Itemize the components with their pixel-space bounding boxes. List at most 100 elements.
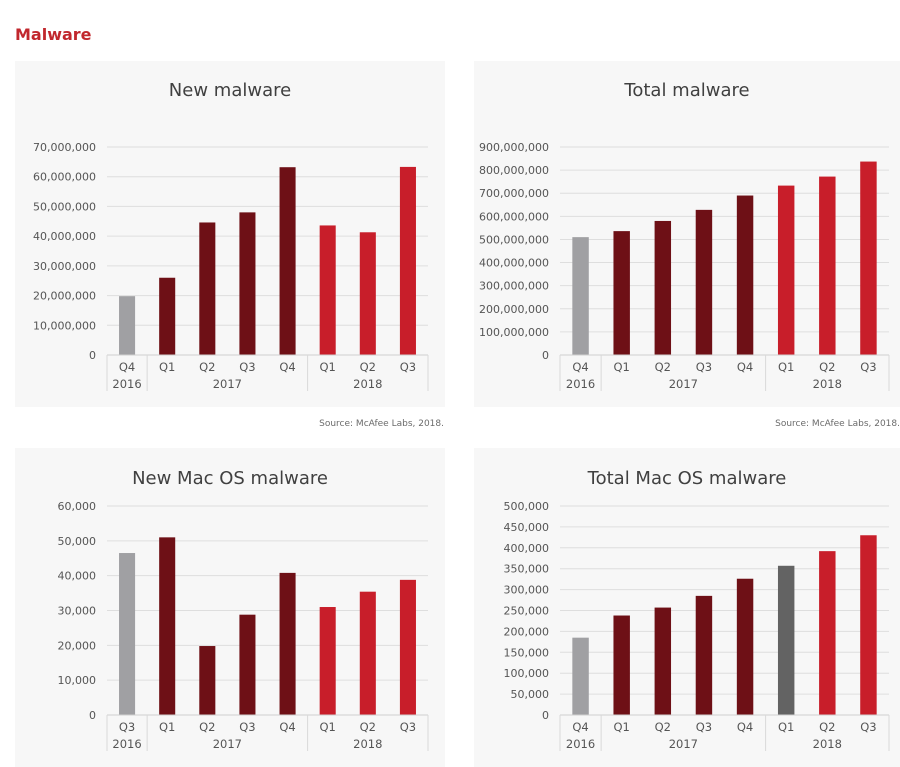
total-mac-os-malware-x-tick-label: Q2 xyxy=(655,720,671,734)
total-mac-os-malware-bar xyxy=(819,551,836,715)
new-mac-os-malware-year-label: 2016 xyxy=(112,737,141,751)
total-malware-bar xyxy=(736,195,754,355)
new-malware-bar xyxy=(319,225,336,355)
new-malware-chart-title: New malware xyxy=(169,80,291,101)
new-malware-y-tick-label: 10,000,000 xyxy=(33,319,96,332)
total-mac-os-malware-year-label: 2017 xyxy=(669,737,698,751)
total-malware-x-tick-label: Q4 xyxy=(737,360,753,374)
total-malware-y-tick-label: 800,000,000 xyxy=(479,164,549,177)
new-malware-y-tick-label: 50,000,000 xyxy=(33,200,96,213)
total-mac-os-malware-bar xyxy=(695,595,713,715)
total-mac-os-malware-bar xyxy=(736,578,754,715)
total-malware-x-tick-label: Q3 xyxy=(696,360,712,374)
new-malware-x-tick-label: Q1 xyxy=(159,360,175,374)
total-mac-os-malware-x-tick-label: Q4 xyxy=(572,720,588,734)
total-malware-y-tick-label: 400,000,000 xyxy=(479,257,549,270)
total-malware-bar xyxy=(777,185,795,355)
new-mac-os-malware-y-tick-label: 30,000 xyxy=(58,605,97,618)
total-malware-y-tick-label: 600,000,000 xyxy=(479,210,549,223)
new-mac-os-malware-bar xyxy=(199,646,216,715)
total-malware-x-tick-label: Q1 xyxy=(614,360,630,374)
page-title: Malware xyxy=(15,25,92,44)
new-malware-x-tick-label: Q2 xyxy=(199,360,215,374)
total-mac-os-malware-x-tick-label: Q1 xyxy=(614,720,630,734)
new-mac-os-malware-x-tick-label: Q3 xyxy=(239,720,255,734)
total-mac-os-malware-y-tick-label: 100,000 xyxy=(504,667,550,680)
total-mac-os-malware-bar xyxy=(654,607,672,715)
total-malware-bar xyxy=(819,176,836,355)
total-malware-y-tick-label: 700,000,000 xyxy=(479,187,549,200)
total-malware-chart-title: Total malware xyxy=(623,80,749,101)
total-malware-bar xyxy=(613,231,630,355)
new-malware-y-tick-label: 0 xyxy=(89,349,96,362)
total-malware-chart-svg: Total malware 0 100,000,000 200,000,000 300,… xyxy=(479,80,890,391)
total-mac-os-malware-bar xyxy=(572,637,589,715)
new-mac-os-malware-bar xyxy=(399,579,416,715)
total-malware-year-label: 2018 xyxy=(813,377,842,391)
new-malware-source: Source: McAfee Labs, 2018. xyxy=(319,419,444,429)
new-mac-os-malware-year-label: 2018 xyxy=(353,737,382,751)
new-mac-os-malware-chart-title: New Mac OS malware xyxy=(132,468,328,489)
new-mac-os-malware-year-label: 2017 xyxy=(213,737,242,751)
new-malware-x-tick-label: Q4 xyxy=(279,360,295,374)
total-malware-y-tick-label: 200,000,000 xyxy=(479,303,549,316)
total-mac-os-malware-y-tick-label: 400,000 xyxy=(504,542,550,555)
total-malware-x-tick-label: Q2 xyxy=(819,360,835,374)
new-mac-os-malware-x-tick-label: Q3 xyxy=(119,720,135,734)
total-mac-os-malware-year-label: 2018 xyxy=(813,737,842,751)
new-malware-y-tick-label: 40,000,000 xyxy=(33,230,96,243)
total-mac-os-malware-y-tick-label: 250,000 xyxy=(504,605,550,618)
total-mac-os-malware-y-tick-label: 300,000 xyxy=(504,584,550,597)
new-malware-y-tick-label: 30,000,000 xyxy=(33,260,96,273)
new-malware-bar xyxy=(159,277,176,355)
total-malware-x-tick-label: Q1 xyxy=(778,360,794,374)
total-malware-y-tick-label: 900,000,000 xyxy=(479,141,549,154)
total-malware-bar xyxy=(695,209,713,355)
total-malware-y-tick-label: 0 xyxy=(542,349,549,362)
new-mac-os-malware-bar xyxy=(159,537,176,715)
total-mac-os-malware-year-label: 2016 xyxy=(566,737,595,751)
total-mac-os-malware-x-tick-label: Q3 xyxy=(696,720,712,734)
new-mac-os-malware-bar xyxy=(359,591,376,715)
new-mac-os-malware-y-tick-label: 60,000 xyxy=(58,500,97,513)
new-malware-bar xyxy=(199,222,216,355)
total-malware-year-label: 2017 xyxy=(669,377,698,391)
total-malware-x-tick-label: Q3 xyxy=(860,360,876,374)
total-malware-chart-panel: Total malware 0 100,000,000 200,000,000 300,… xyxy=(474,61,900,407)
new-malware-year-label: 2018 xyxy=(353,377,382,391)
new-mac-os-malware-bar xyxy=(119,553,136,715)
new-mac-os-malware-x-tick-label: Q2 xyxy=(199,720,215,734)
new-malware-year-label: 2017 xyxy=(213,377,242,391)
new-malware-x-tick-label: Q4 xyxy=(119,360,135,374)
new-mac-os-malware-bar xyxy=(279,572,296,715)
new-malware-bar xyxy=(359,232,376,355)
new-mac-os-malware-y-tick-label: 10,000 xyxy=(58,674,97,687)
total-mac-os-malware-y-tick-label: 200,000 xyxy=(504,625,550,638)
new-malware-x-tick-label: Q2 xyxy=(360,360,376,374)
new-malware-y-tick-label: 70,000,000 xyxy=(33,141,96,154)
total-malware-bar xyxy=(572,237,589,355)
new-mac-os-malware-x-tick-label: Q3 xyxy=(400,720,416,734)
new-malware-y-tick-label: 60,000,000 xyxy=(33,171,96,184)
total-malware-year-label: 2016 xyxy=(566,377,595,391)
new-mac-os-malware-y-tick-label: 50,000 xyxy=(58,535,97,548)
total-malware-y-tick-label: 500,000,000 xyxy=(479,233,549,246)
new-malware-chart-svg: New malware 0 10,000,000 20,000,000 30,000,0… xyxy=(33,80,429,391)
total-mac-os-malware-chart-title: Total Mac OS malware xyxy=(587,468,787,489)
total-malware-y-tick-label: 100,000,000 xyxy=(479,326,549,339)
total-malware-y-tick-label: 300,000,000 xyxy=(479,280,549,293)
total-mac-os-malware-y-tick-label: 50,000 xyxy=(511,688,550,701)
new-malware-bar xyxy=(119,296,136,355)
new-malware-year-label: 2016 xyxy=(112,377,141,391)
total-mac-os-malware-x-tick-label: Q3 xyxy=(860,720,876,734)
new-malware-bar xyxy=(399,166,416,355)
total-mac-os-malware-chart-panel: Total Mac OS malware 0 50,000 100,000 150,00… xyxy=(474,448,900,767)
total-malware-bar xyxy=(654,220,672,355)
total-mac-os-malware-x-tick-label: Q1 xyxy=(778,720,794,734)
new-mac-os-malware-y-tick-label: 0 xyxy=(89,709,96,722)
total-malware-source: Source: McAfee Labs, 2018. xyxy=(775,419,900,429)
new-mac-os-malware-x-tick-label: Q1 xyxy=(159,720,175,734)
new-malware-chart-panel: New malware 0 10,000,000 20,000,000 30,000,0… xyxy=(15,61,445,407)
total-mac-os-malware-y-tick-label: 450,000 xyxy=(504,521,550,534)
total-mac-os-malware-y-tick-label: 0 xyxy=(542,709,549,722)
